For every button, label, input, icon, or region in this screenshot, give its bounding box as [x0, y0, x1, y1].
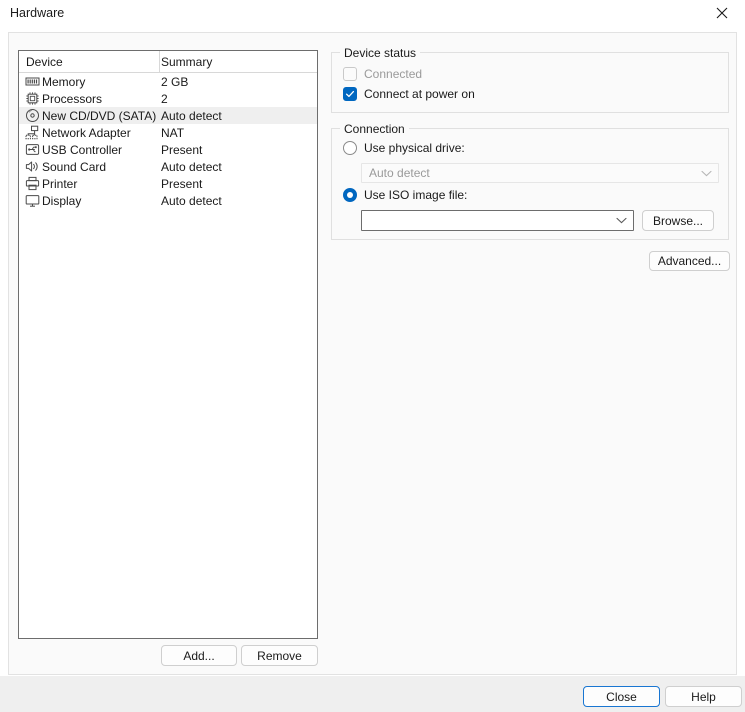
table-row[interactable]: USB Controller Present [19, 141, 317, 158]
device-name: Printer [42, 176, 78, 191]
remove-device-button[interactable]: Remove [241, 645, 318, 666]
close-x-icon [716, 7, 728, 19]
sound-card-icon [24, 159, 40, 175]
table-row[interactable]: Display Auto detect [19, 192, 317, 209]
usb-controller-icon [24, 142, 40, 158]
chevron-down-icon [694, 164, 718, 182]
device-summary: Auto detect [161, 159, 222, 174]
device-name: Processors [42, 91, 103, 106]
memory-icon [24, 74, 40, 90]
column-separator [159, 51, 160, 73]
close-button[interactable]: Close [583, 686, 660, 707]
device-summary: Present [161, 176, 203, 191]
column-header-summary: Summary [161, 55, 213, 69]
connect-at-power-on-checkbox[interactable] [343, 87, 357, 101]
device-name: Memory [42, 74, 86, 89]
connection-title: Connection [340, 122, 409, 136]
physical-drive-value: Auto detect [369, 166, 430, 180]
browse-button[interactable]: Browse... [642, 210, 714, 231]
table-row[interactable]: Processors 2 [19, 90, 317, 107]
device-status-title: Device status [340, 46, 421, 60]
checkmark-icon [345, 90, 355, 98]
window-title: Hardware [10, 6, 65, 20]
device-name: New CD/DVD (SATA) [42, 108, 157, 123]
connect-at-power-on-label: Connect at power on [364, 87, 475, 101]
cd-dvd-disc-icon [24, 108, 40, 124]
chevron-down-icon[interactable] [609, 211, 633, 230]
device-summary: Present [161, 142, 203, 157]
processor-chip-icon [24, 91, 40, 107]
device-list-header: Device Summary [19, 51, 317, 73]
device-status-groupbox: Device status [331, 46, 729, 113]
device-summary: Auto detect [161, 108, 222, 123]
use-physical-drive-radio-row[interactable]: Use physical drive: [343, 141, 465, 155]
physical-drive-combobox: Auto detect [361, 163, 719, 183]
connected-checkbox [343, 67, 357, 81]
device-summary: 2 GB [161, 74, 189, 89]
use-physical-drive-radio[interactable] [343, 141, 357, 155]
device-summary: 2 [161, 91, 168, 106]
network-adapter-icon [24, 125, 40, 141]
add-device-button[interactable]: Add... [161, 645, 237, 666]
connected-label: Connected [364, 67, 423, 81]
window-close-button[interactable] [699, 0, 745, 26]
table-row[interactable]: Memory 2 GB [19, 73, 317, 90]
device-list[interactable]: Device Summary Memory 2 GB Processors 2 New … [18, 50, 318, 639]
device-name: Display [42, 193, 82, 208]
table-row[interactable]: Sound Card Auto detect [19, 158, 317, 175]
use-physical-drive-label: Use physical drive: [364, 141, 465, 155]
help-button[interactable]: Help [665, 686, 742, 707]
iso-image-combobox[interactable] [361, 210, 634, 231]
device-summary: Auto detect [161, 193, 222, 208]
device-name: USB Controller [42, 142, 123, 157]
use-iso-image-radio[interactable] [343, 188, 357, 202]
table-row[interactable]: Printer Present [19, 175, 317, 192]
window-titlebar: Hardware [0, 0, 745, 26]
use-iso-image-radio-row[interactable]: Use ISO image file: [343, 188, 467, 202]
connect-at-power-on-checkbox-row[interactable]: Connect at power on [343, 87, 475, 101]
connected-checkbox-row[interactable]: Connected [343, 67, 422, 81]
column-header-device: Device [26, 55, 63, 69]
device-name: Network Adapter [42, 125, 131, 140]
printer-icon [24, 176, 40, 192]
device-list-rows: Memory 2 GB Processors 2 New CD/DVD (SATA) Au… [19, 73, 317, 209]
device-summary: NAT [161, 125, 185, 140]
use-iso-image-label: Use ISO image file: [364, 188, 468, 202]
display-monitor-icon [24, 193, 40, 209]
advanced-button[interactable]: Advanced... [649, 251, 730, 271]
table-row[interactable]: New CD/DVD (SATA) Auto detect [19, 107, 317, 124]
table-row[interactable]: Network Adapter NAT [19, 124, 317, 141]
device-name: Sound Card [42, 159, 107, 174]
